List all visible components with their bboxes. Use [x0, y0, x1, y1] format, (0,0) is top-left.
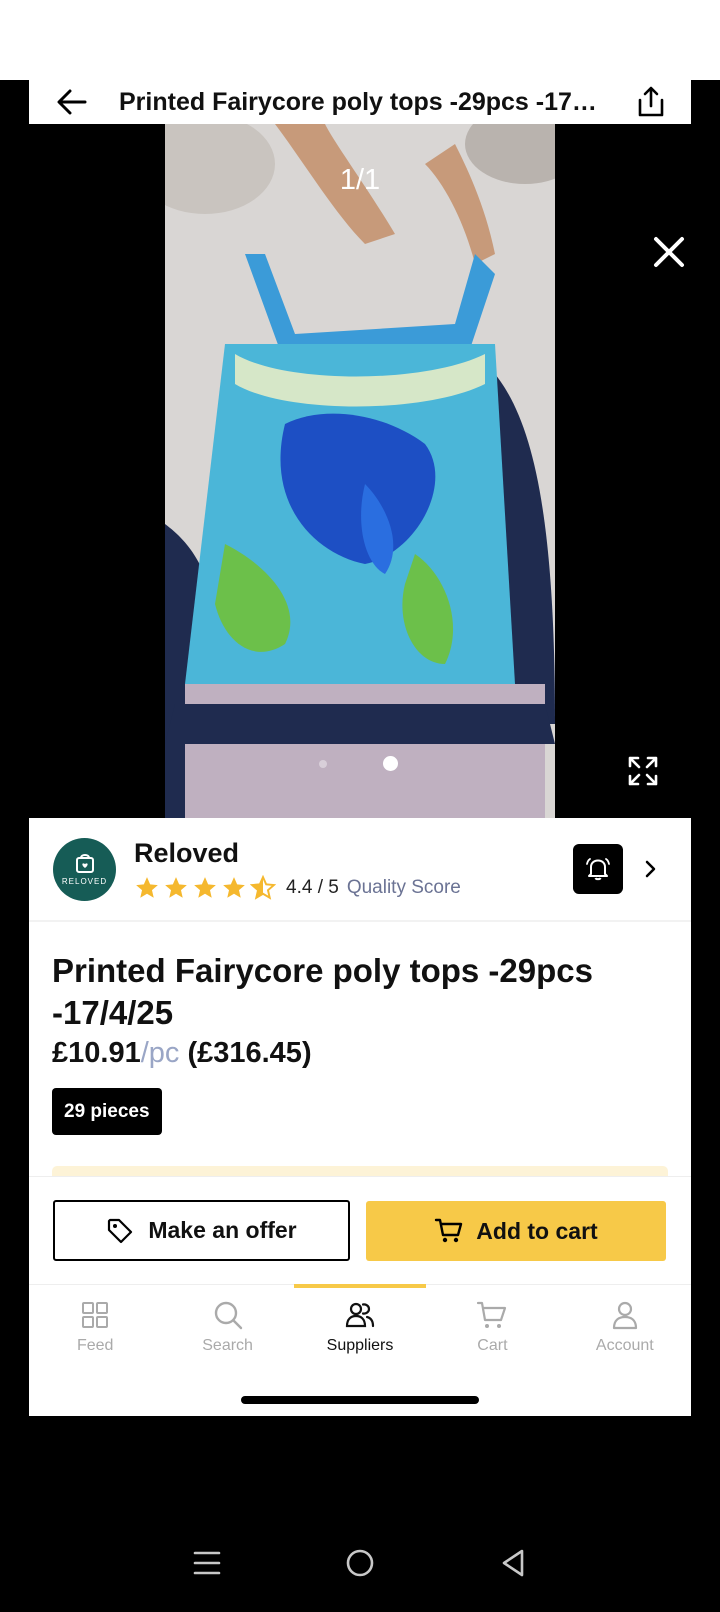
top-header: Printed Fairycore poly tops -29pcs -17/4…: [29, 80, 691, 124]
seller-card[interactable]: RELOVED Reloved 4.4 / 5 Quality Score: [29, 818, 691, 922]
seller-chevron[interactable]: [641, 859, 661, 879]
star-icon: [223, 876, 245, 898]
share-icon: [638, 86, 664, 117]
seller-info: Reloved 4.4 / 5 Quality Score: [134, 838, 573, 901]
make-offer-label: Make an offer: [148, 1217, 297, 1243]
seller-rating: 4.4 / 5 Quality Score: [134, 874, 573, 901]
pieces-badge: 29 pieces: [52, 1088, 162, 1135]
recent-apps-button[interactable]: [187, 1543, 227, 1583]
add-to-cart-button[interactable]: Add to cart: [366, 1201, 666, 1261]
nav-label-search: Search: [202, 1337, 253, 1354]
seller-logo: RELOVED: [53, 837, 116, 901]
product-photo-illustration: [165, 124, 555, 818]
star-icon: [165, 876, 187, 898]
share-button[interactable]: [629, 80, 673, 124]
image-counter: 1/1: [339, 164, 381, 196]
nav-label-feed: Feed: [76, 1337, 114, 1354]
heart-bag-icon: [75, 854, 94, 873]
system-nav-bar: [0, 1528, 720, 1598]
status-bar-area: [0, 0, 720, 80]
grid-icon: [82, 1302, 109, 1328]
rating-stars: [134, 874, 276, 901]
add-to-cart-label: Add to cart: [476, 1217, 598, 1244]
menu-lines-icon: [193, 1551, 220, 1575]
notice-strip: [52, 1166, 668, 1176]
star-icon: [136, 876, 158, 898]
header-title: Printed Fairycore poly tops -29pcs -17/4…: [119, 87, 628, 116]
user-icon: [612, 1301, 637, 1330]
quality-score-label: Quality Score: [346, 876, 461, 898]
unit-suffix: /pc: [140, 1037, 180, 1069]
arrow-left-icon: [57, 89, 87, 115]
carousel-dot[interactable]: [319, 759, 327, 768]
follow-notify-button[interactable]: [573, 844, 623, 894]
carousel-dots: [319, 756, 398, 771]
close-icon: [654, 237, 684, 267]
star-icon: [194, 876, 216, 898]
rating-score: 4.4 / 5: [286, 876, 339, 898]
seller-logo-text: RELOVED: [61, 877, 108, 886]
notification-bell-icon: [586, 858, 610, 881]
fullscreen-button[interactable]: [626, 754, 660, 788]
system-back-button[interactable]: [493, 1543, 533, 1583]
triangle-back-icon: [503, 1549, 524, 1577]
nav-label-suppliers: Suppliers: [326, 1337, 394, 1354]
search-icon: [214, 1301, 242, 1330]
home-indicator[interactable]: [241, 1396, 479, 1404]
make-offer-button[interactable]: Make an offer: [53, 1200, 350, 1261]
star-half-icon: [250, 874, 276, 900]
product-price: £10.91/pc (£316.45): [52, 1037, 312, 1070]
expand-icon: [628, 756, 658, 786]
users-icon: [345, 1302, 375, 1328]
back-button[interactable]: [47, 80, 97, 124]
chevron-right-icon: [645, 860, 656, 878]
cart-icon: [435, 1218, 463, 1243]
nav-item-account[interactable]: Account: [559, 1285, 691, 1416]
close-button[interactable]: [647, 230, 691, 274]
nav-label-cart: Cart: [477, 1337, 508, 1354]
nav-item-feed[interactable]: Feed: [29, 1285, 161, 1416]
app-window: Printed Fairycore poly tops -29pcs -17/4…: [29, 80, 691, 1416]
product-photo[interactable]: [165, 124, 555, 818]
product-media-viewer[interactable]: 1/1: [29, 124, 691, 818]
total-price: (£316.45): [187, 1037, 312, 1069]
action-bar: Make an offer Add to cart: [29, 1176, 691, 1284]
carousel-dot-active[interactable]: [383, 756, 398, 771]
tag-icon: [108, 1218, 133, 1243]
unit-price: £10.91: [52, 1037, 141, 1069]
nav-label-account: Account: [595, 1337, 654, 1354]
cart-icon: [477, 1301, 507, 1328]
home-button[interactable]: [340, 1543, 380, 1583]
seller-name: Reloved: [134, 837, 240, 868]
product-title: Printed Fairycore poly tops -29pcs -17/4…: [52, 952, 593, 1031]
home-circle-icon: [346, 1549, 374, 1577]
